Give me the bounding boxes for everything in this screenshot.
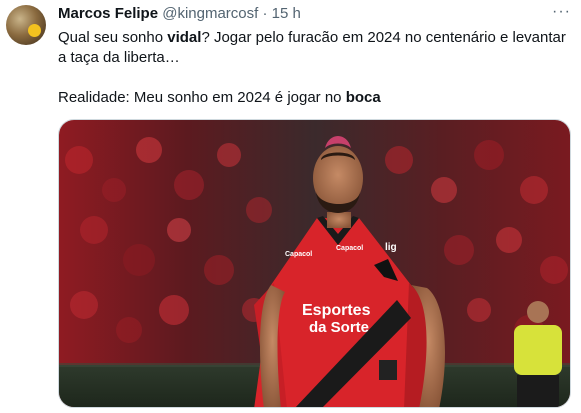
jersey-sponsor-top: Esportes <box>302 302 371 319</box>
jersey-sleeve-label: lig <box>385 242 397 253</box>
separator-dot: · <box>262 5 268 22</box>
tweet-text: Qual seu sonho vidal? Jogar pelo furacão… <box>58 28 568 108</box>
jersey-brand-right: Capacol <box>336 245 363 252</box>
avatar-ball <box>28 24 41 37</box>
author-handle[interactable]: @kingmarcosf <box>162 5 258 22</box>
tweet-line-1: Qual seu sonho vidal? Jogar pelo furacão… <box>58 29 566 66</box>
avatar[interactable] <box>6 5 46 45</box>
tweet-line-2: Realidade: Meu sonho em 2024 é jogar no … <box>58 89 381 106</box>
bold-vidal: vidal <box>167 29 202 46</box>
tweet-header: Marcos Felipe @kingmarcosf · 15 h <box>58 4 301 24</box>
tweet-media-photo[interactable]: Esportes da Sorte Capacol Capacol lig <box>58 119 571 408</box>
bold-boca: boca <box>345 89 381 106</box>
more-options-icon[interactable]: ··· <box>552 4 571 20</box>
author-name[interactable]: Marcos Felipe <box>58 5 158 22</box>
photo-illustration: Esportes da Sorte Capacol Capacol lig <box>59 120 570 407</box>
jersey-brand-left: Capacol <box>285 251 312 258</box>
jersey-sponsor-bottom: da Sorte <box>309 319 369 336</box>
tweet-time[interactable]: 15 h <box>272 5 301 22</box>
tweet[interactable]: Marcos Felipe @kingmarcosf · 15 h ··· Qu… <box>0 0 581 413</box>
